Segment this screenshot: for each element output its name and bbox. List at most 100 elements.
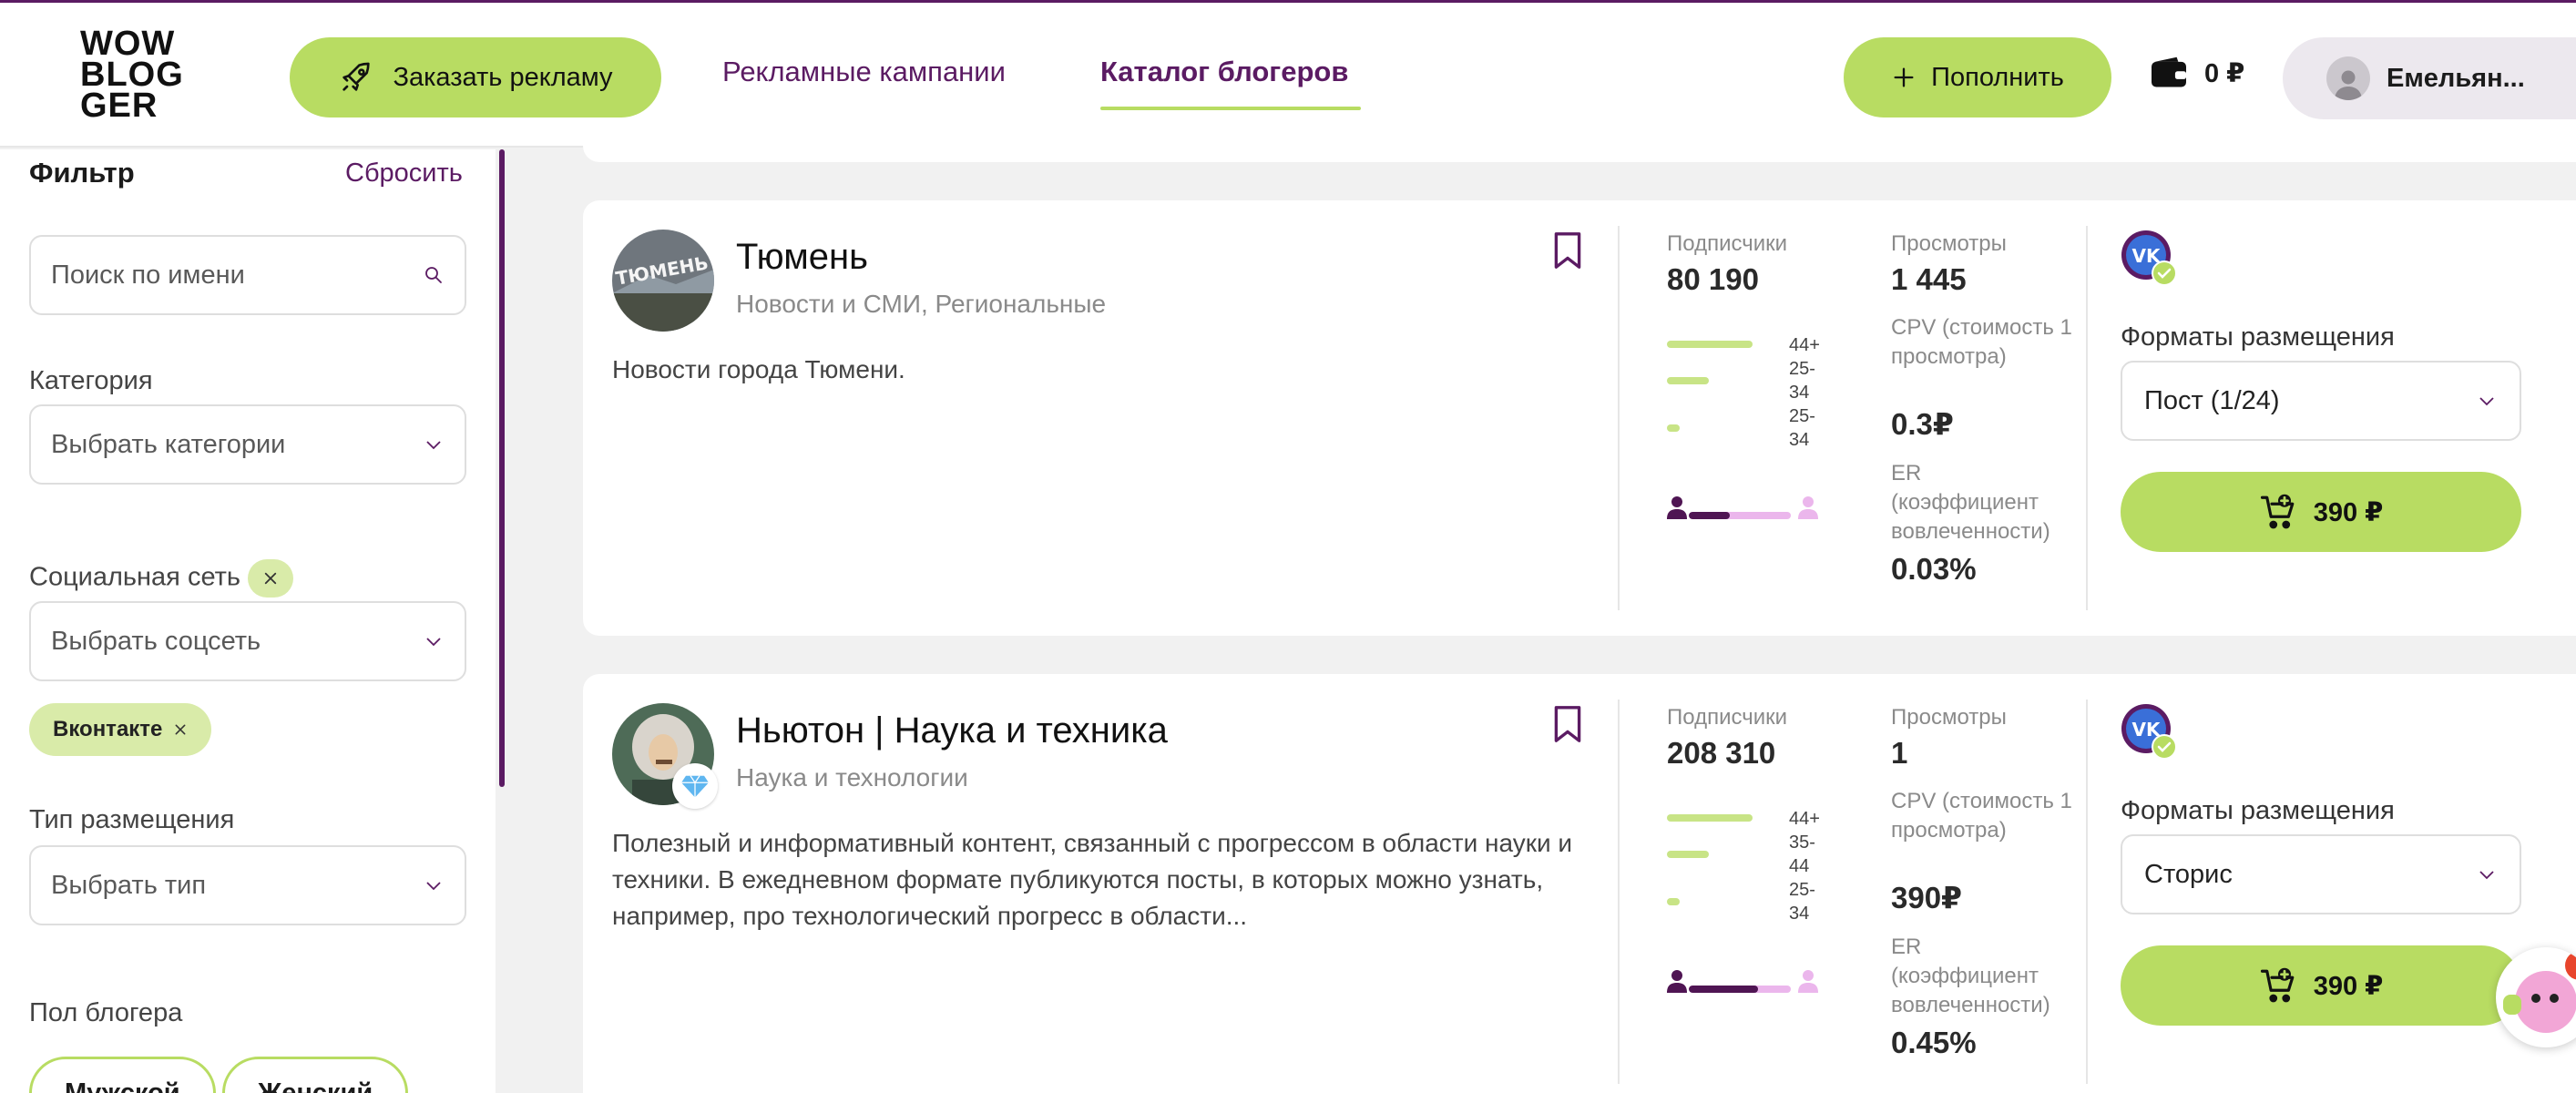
gender-ratio-bar <box>1689 986 1791 993</box>
placement-formats-label: Форматы размещения <box>2121 796 2395 825</box>
cpv-label: CPV (стоимость 1 просмотра) <box>1891 315 2072 369</box>
bookmark-icon[interactable] <box>1552 705 1583 743</box>
wowblogger-logo[interactable]: WOW BLOG GER <box>80 25 210 127</box>
gender-ratio-bar <box>1689 512 1791 519</box>
search-input[interactable]: Поиск по имени <box>29 235 466 315</box>
age-label: 44+ <box>1789 335 1820 355</box>
age-label: 25-34 <box>1789 880 1815 924</box>
female-icon <box>1798 970 1818 993</box>
blogger-avatar[interactable]: ТЮМЕНЬ <box>612 230 714 332</box>
social-network-label-text: Социальная сеть <box>29 562 240 592</box>
blogger-name[interactable]: Ньютон | Наука и техника <box>736 710 1168 751</box>
subscribers-value: 208 310 <box>1667 736 1776 770</box>
add-to-cart-button[interactable]: 390 ₽ <box>2121 472 2521 552</box>
divider <box>1618 700 1620 1084</box>
format-value: Пост (1/24) <box>2144 385 2280 415</box>
logo-line: BLOG <box>80 56 184 94</box>
subscribers-value: 80 190 <box>1667 262 1759 296</box>
logo-line: GER <box>80 87 158 125</box>
age-label: 25-34 <box>1789 359 1815 403</box>
filter-sidebar: Фильтр Сбросить Поиск по имени Категория… <box>0 149 496 1093</box>
placement-type-placeholder: Выбрать тип <box>51 870 207 900</box>
sidebar-scrollbar[interactable] <box>499 149 505 787</box>
diamond-badge-icon <box>672 763 718 809</box>
search-placeholder: Поиск по имени <box>51 260 245 290</box>
topup-label: Пополнить <box>1931 62 2064 92</box>
balance-value: 0 ₽ <box>2204 58 2245 88</box>
category-placeholder: Выбрать категории <box>51 429 286 459</box>
price-label: 390 ₽ <box>2313 971 2384 1001</box>
age-bar <box>1667 851 1709 858</box>
views-label: Просмотры <box>1891 231 2007 256</box>
male-icon <box>1667 496 1687 519</box>
filter-title: Фильтр <box>29 157 135 189</box>
wallet-icon <box>2152 56 2186 87</box>
bookmark-icon[interactable] <box>1552 231 1583 270</box>
cpv-label: CPV (стоимость 1 просмотра) <box>1891 789 2072 843</box>
vk-icon: VK <box>2121 704 2177 760</box>
subscribers-label: Подписчики <box>1667 705 1788 730</box>
age-bar <box>1667 898 1680 905</box>
wallet-balance[interactable]: 0 ₽ <box>2150 56 2244 90</box>
age-label: 44+ <box>1789 809 1820 829</box>
format-select[interactable]: Пост (1/24) <box>2121 361 2521 441</box>
subscribers-label: Подписчики <box>1667 231 1788 256</box>
chevron-down-icon <box>426 882 441 891</box>
remove-tag-icon[interactable] <box>173 722 188 737</box>
add-to-cart-button[interactable]: 390 ₽ <box>2121 945 2521 1026</box>
cpv-value: 0.3₽ <box>1891 407 1954 441</box>
placement-type-select[interactable]: Выбрать тип <box>29 845 466 925</box>
er-label: ER (коэффициент вовлеченности) <box>1891 461 2050 544</box>
user-menu[interactable]: Емельян... <box>2283 37 2576 119</box>
order-ad-button[interactable]: Заказать рекламу <box>290 37 661 117</box>
male-share-fill <box>1689 986 1759 993</box>
gender-male-button[interactable]: Мужской <box>29 1057 216 1093</box>
age-label: 35-44 <box>1789 833 1815 876</box>
blogger-categories: Наука и технологии <box>736 763 968 792</box>
gender-female-button[interactable]: Женский <box>222 1057 409 1093</box>
selected-social-tag-label: Вконтакте <box>53 717 163 741</box>
age-bar <box>1667 814 1753 822</box>
format-select[interactable]: Сторис <box>2121 834 2521 914</box>
nav-ad-campaigns[interactable]: Рекламные кампании <box>722 56 1006 88</box>
age-bar <box>1667 341 1753 348</box>
selected-social-tag[interactable]: Вконтакте <box>29 703 212 756</box>
active-nav-underline <box>1100 107 1361 110</box>
blogger-categories: Новости и СМИ, Региональные <box>736 290 1107 318</box>
price-label: 390 ₽ <box>2313 497 2384 527</box>
er-label: ER (коэффициент вовлеченности) <box>1891 935 2050 1017</box>
social-network-label: Социальная сеть <box>29 559 293 598</box>
clear-social-filter-button[interactable] <box>248 559 293 598</box>
blogger-description: Полезный и информативный контент, связан… <box>612 829 1573 930</box>
order-ad-label: Заказать рекламу <box>393 62 613 92</box>
social-network-select[interactable]: Выбрать соцсеть <box>29 601 466 681</box>
views-label: Просмотры <box>1891 705 2007 730</box>
age-bar <box>1667 424 1680 432</box>
blogger-card: Ньютон | Наука и техника Наука и техноло… <box>583 674 2576 1093</box>
category-select[interactable]: Выбрать категории <box>29 404 466 485</box>
user-name: Емельян... <box>2387 63 2525 93</box>
placement-type-label: Тип размещения <box>29 805 235 834</box>
age-bar <box>1667 377 1709 384</box>
vk-icon: VK <box>2121 230 2177 286</box>
user-avatar-icon <box>2326 56 2370 100</box>
cpv-value: 390₽ <box>1891 881 1963 914</box>
topup-button[interactable]: Пополнить <box>1844 37 2111 117</box>
male-share-fill <box>1689 512 1730 519</box>
er-value: 0.45% <box>1891 1026 1977 1059</box>
logo-line: WOW <box>80 25 176 63</box>
cart-plus-icon <box>2260 494 2295 529</box>
previous-card-bottom <box>583 146 2576 162</box>
er-value: 0.03% <box>1891 552 1977 586</box>
filter-reset-link[interactable]: Сбросить <box>345 158 463 189</box>
category-label: Категория <box>29 366 153 395</box>
blogger-name[interactable]: Тюмень <box>736 237 868 278</box>
nav-blogger-catalog[interactable]: Каталог блогеров <box>1100 56 1348 88</box>
divider <box>2086 226 2088 610</box>
close-icon <box>264 572 277 585</box>
age-label: 25-34 <box>1789 406 1815 450</box>
plus-icon <box>1894 67 1914 87</box>
rocket-icon <box>342 62 371 91</box>
blogger-gender-label: Пол блогера <box>29 998 183 1027</box>
blogger-description: Новости города Тюмени. <box>612 355 905 383</box>
